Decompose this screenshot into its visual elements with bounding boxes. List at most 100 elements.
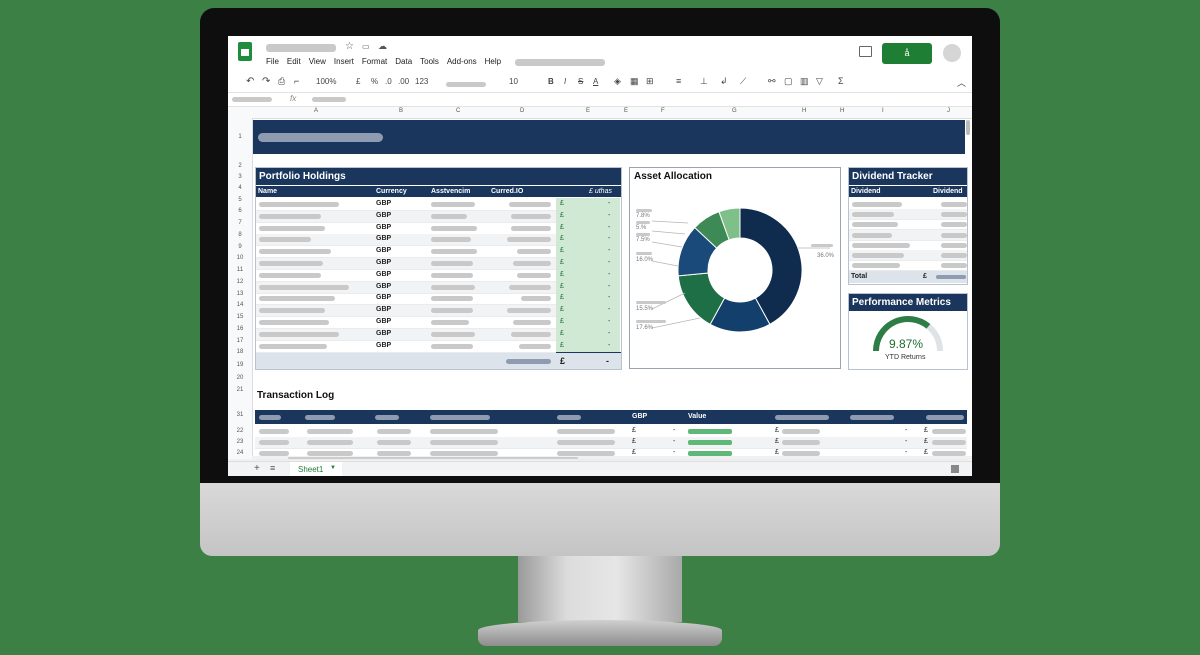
font-size-select[interactable]: 10	[509, 77, 518, 86]
menu-view[interactable]: View	[309, 57, 326, 66]
row-number[interactable]: 17	[228, 336, 252, 347]
formula-input[interactable]	[312, 97, 346, 102]
all-sheets-icon[interactable]: ≡	[270, 463, 275, 473]
functions-icon[interactable]: Σ	[838, 76, 844, 86]
percent-format-button[interactable]: %	[371, 77, 378, 86]
increase-decimal-button[interactable]: .00	[398, 77, 409, 86]
undo-icon[interactable]: ↶	[246, 76, 254, 87]
row-number[interactable]: 2	[228, 161, 252, 172]
explore-icon[interactable]	[951, 465, 959, 473]
monitor-chin	[200, 483, 1000, 556]
paint-format-icon[interactable]: ⌐	[294, 76, 299, 86]
redo-icon[interactable]: ↷	[262, 76, 270, 87]
text-rotation-icon[interactable]: ⟋	[740, 76, 746, 87]
col-header[interactable]: G	[732, 108, 737, 114]
vertical-align-icon[interactable]: ⊥	[700, 76, 708, 87]
comment-icon[interactable]	[859, 46, 872, 57]
last-edit-text[interactable]	[515, 59, 605, 66]
row-number[interactable]: 10	[228, 253, 252, 264]
name-box[interactable]	[232, 97, 272, 102]
row-number[interactable]: 7	[228, 218, 252, 229]
row-number[interactable]: 3	[228, 172, 252, 183]
menu-addons[interactable]: Add-ons	[447, 57, 477, 66]
col-header[interactable]: E	[586, 108, 590, 114]
row-number[interactable]: 24	[228, 448, 252, 459]
menu-data[interactable]: Data	[395, 57, 412, 66]
text-wrap-icon[interactable]: ↲	[720, 76, 728, 87]
currency-format-button[interactable]: £	[356, 77, 360, 86]
value-cell: -	[608, 270, 611, 278]
font-family-select[interactable]	[446, 82, 486, 87]
col-header[interactable]: F	[661, 108, 665, 114]
menu-tools[interactable]: Tools	[420, 57, 439, 66]
filter-icon[interactable]: ▽	[816, 76, 823, 87]
merge-cells-icon[interactable]: ⊞	[646, 76, 654, 87]
share-button[interactable]: å	[882, 43, 932, 64]
dash-cell: -	[905, 427, 908, 434]
document-title[interactable]	[266, 44, 336, 52]
row-number[interactable]: 19	[228, 360, 252, 371]
row-number[interactable]: 9	[228, 242, 252, 253]
menu-format[interactable]: Format	[362, 57, 387, 66]
menu-help[interactable]: Help	[485, 57, 501, 66]
total-placeholder	[506, 359, 551, 364]
row-number[interactable]: 15	[228, 312, 252, 323]
row-number[interactable]: 16	[228, 324, 252, 335]
bold-button[interactable]: B	[548, 77, 554, 86]
row-number[interactable]: 18	[228, 347, 252, 358]
row-number[interactable]: 23	[228, 437, 252, 448]
avatar[interactable]	[943, 44, 961, 62]
decrease-decimal-button[interactable]: .0	[385, 77, 392, 86]
strikethrough-button[interactable]: S	[578, 77, 583, 86]
fill-color-icon[interactable]: ◈	[614, 76, 621, 87]
menu-edit[interactable]: Edit	[287, 57, 301, 66]
collapse-toolbar-icon[interactable]: ︿	[957, 76, 966, 89]
align-icon[interactable]: ≡	[676, 76, 681, 86]
add-sheet-icon[interactable]: +	[254, 463, 260, 474]
insert-chart-icon[interactable]: ▥	[800, 76, 809, 87]
col-header[interactable]: E	[624, 108, 628, 114]
pound-cell: £	[560, 211, 564, 219]
col-header[interactable]: B	[399, 108, 403, 114]
row-number[interactable]: 5	[228, 195, 252, 206]
more-formats-select[interactable]: 123	[415, 77, 428, 86]
row-number[interactable]: 13	[228, 289, 252, 300]
menu-insert[interactable]: Insert	[334, 57, 354, 66]
cloud-icon[interactable]: ☁	[378, 41, 387, 52]
cell-placeholder	[517, 249, 551, 255]
row-number[interactable]: 8	[228, 230, 252, 241]
cell-placeholder	[377, 429, 411, 434]
col-header[interactable]: H	[802, 108, 806, 114]
row-number[interactable]: 20	[228, 373, 252, 384]
print-icon[interactable]: ⎙	[278, 76, 285, 87]
row-number[interactable]: 31	[228, 410, 252, 421]
star-icon[interactable]: ☆	[345, 41, 354, 52]
row-number[interactable]: 1	[228, 120, 252, 154]
cell-placeholder	[941, 232, 967, 238]
text-color-button[interactable]: A	[593, 77, 598, 86]
row-number[interactable]: 14	[228, 300, 252, 311]
col-header[interactable]: H	[840, 108, 844, 114]
insert-comment-icon[interactable]: ▢	[784, 76, 793, 87]
row-number[interactable]: 12	[228, 277, 252, 288]
row-number[interactable]: 11	[228, 265, 252, 276]
zoom-select[interactable]: 100%	[316, 77, 336, 86]
menu-file[interactable]: File	[266, 57, 279, 66]
allocation-donut-chart[interactable]	[630, 168, 840, 368]
scrollbar-vertical[interactable]	[966, 120, 970, 135]
link-icon[interactable]: ⚯	[768, 76, 776, 87]
sheet-tab-sheet1[interactable]: Sheet1 ▼	[290, 462, 342, 476]
col-header[interactable]: A	[314, 108, 318, 114]
col-header[interactable]: C	[456, 108, 460, 114]
borders-icon[interactable]: ▦	[630, 76, 639, 87]
row-number[interactable]: 4	[228, 183, 252, 194]
row-number[interactable]: 22	[228, 426, 252, 437]
col-header[interactable]: D	[520, 108, 524, 114]
col-header[interactable]: I	[882, 108, 884, 114]
sheets-logo-icon[interactable]	[238, 42, 252, 61]
row-number[interactable]: 21	[228, 385, 252, 396]
italic-button[interactable]: I	[564, 77, 566, 86]
row-number[interactable]: 6	[228, 206, 252, 217]
col-header[interactable]: J	[947, 108, 950, 114]
folder-icon[interactable]: ▭	[362, 42, 370, 51]
